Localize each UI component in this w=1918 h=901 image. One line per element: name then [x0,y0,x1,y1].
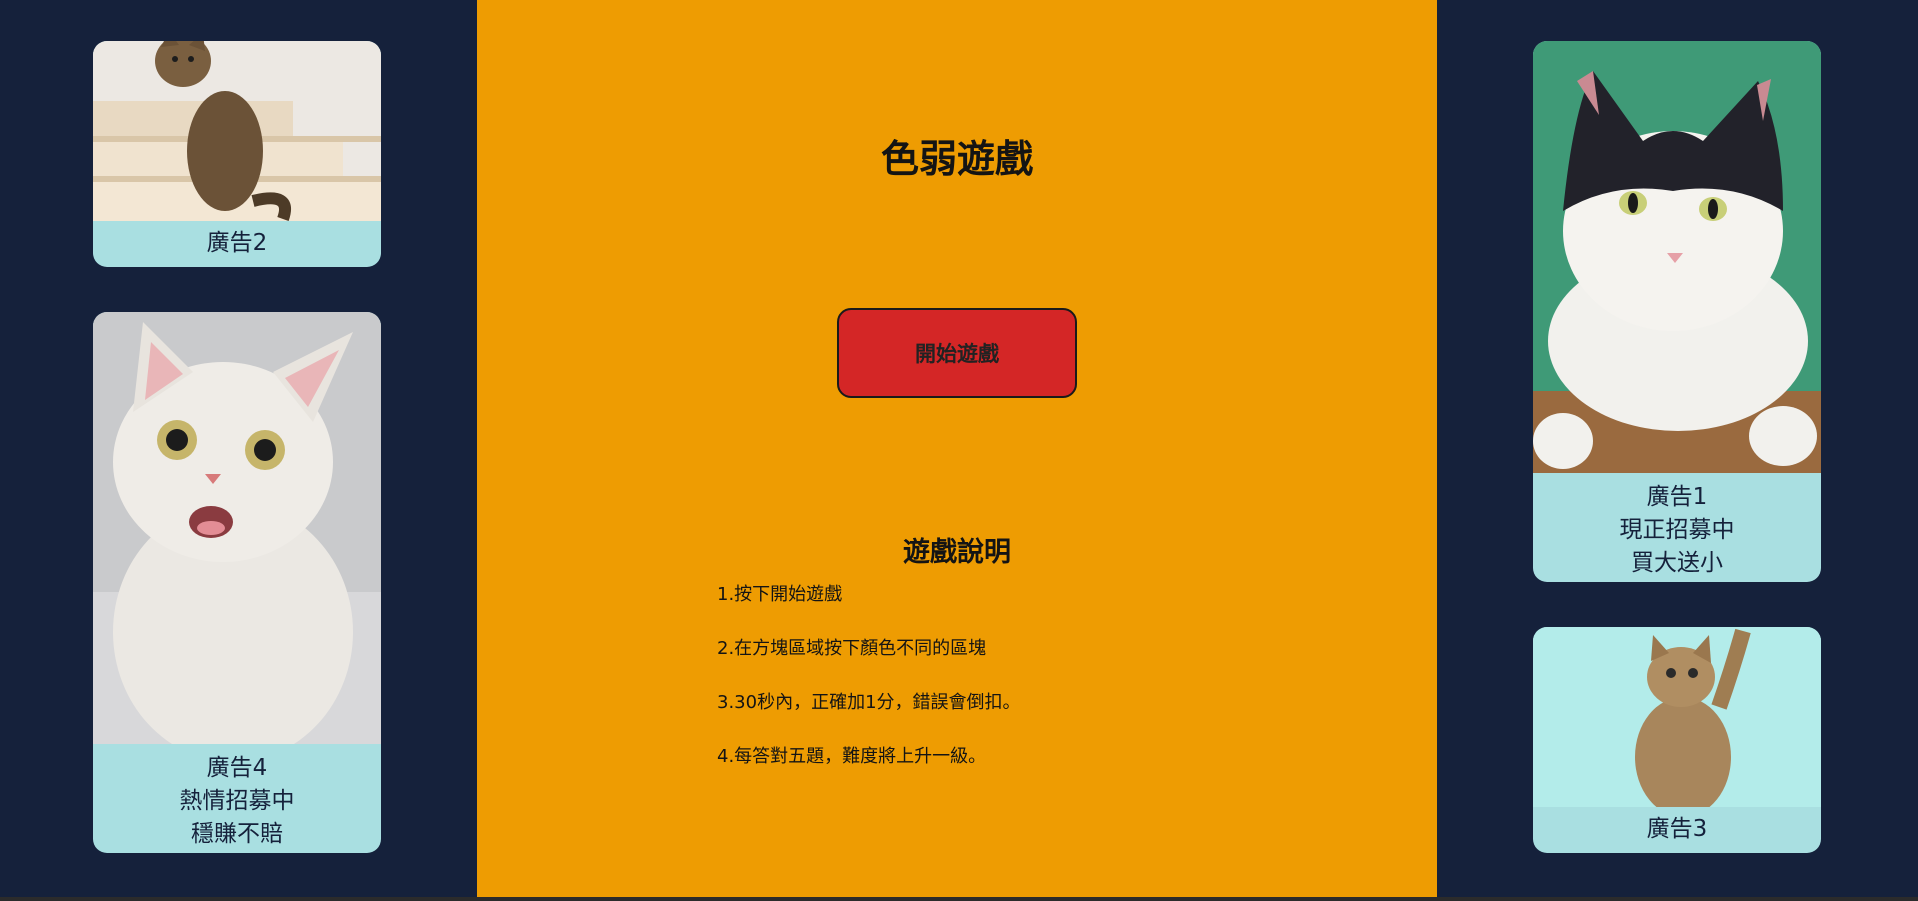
page: 廣告2 廣告4 熱情招募中 穩賺不賠 色弱遊戲 開始遊戲 遊戲說明 1.按下開始… [0,0,1918,901]
ad-3-line: 廣告3 [1646,816,1708,842]
ad-1-line-1: 廣告1 [1646,484,1708,510]
game-title: 色弱遊戲 [880,137,1033,181]
rules-list: 1.按下開始遊戲 2.在方塊區域按下顏色不同的區塊 3.30秒內，正確加1分，錯… [717,583,1021,799]
ad-card-4[interactable]: 廣告4 熱情招募中 穩賺不賠 [93,312,381,853]
ad-4-line-2: 熱情招募中 [179,788,295,814]
rule-item: 2.在方塊區域按下顏色不同的區塊 [717,638,987,659]
rule-item: 4.每答對五題，難度將上升一級。 [717,746,987,767]
bottom-border [0,897,1918,901]
game-panel: 色弱遊戲 開始遊戲 遊戲說明 1.按下開始遊戲 2.在方塊區域按下顏色不同的區塊… [477,0,1437,897]
ad-2-line: 廣告2 [206,230,268,256]
rule-item: 3.30秒內，正確加1分，錯誤會倒扣。 [717,692,1021,713]
ad-1-line-2: 現正招募中 [1619,517,1735,543]
rules-heading: 遊戲說明 [903,537,1011,568]
ad-4-line-3: 穩賺不賠 [191,821,283,847]
rule-item: 1.按下開始遊戲 [717,584,843,605]
left-ad-column: 廣告2 廣告4 熱情招募中 穩賺不賠 [0,0,476,897]
ad-card-3[interactable]: 廣告3 [1533,627,1821,853]
ad-3-cat-image [1533,627,1821,807]
ad-1-cat-image [1533,41,1821,473]
right-ad-column: 廣告1 現正招募中 買大送小 廣告3 [1437,0,1918,897]
ad-4-cat-image [93,312,381,744]
ad-card-2[interactable]: 廣告2 [93,41,381,267]
ad-1-line-3: 買大送小 [1631,550,1723,576]
ad-card-1[interactable]: 廣告1 現正招募中 買大送小 [1533,41,1821,582]
ad-4-line-1: 廣告4 [206,755,268,781]
start-game-button[interactable]: 開始遊戲 [837,308,1077,398]
ad-2-cat-image [93,41,381,221]
